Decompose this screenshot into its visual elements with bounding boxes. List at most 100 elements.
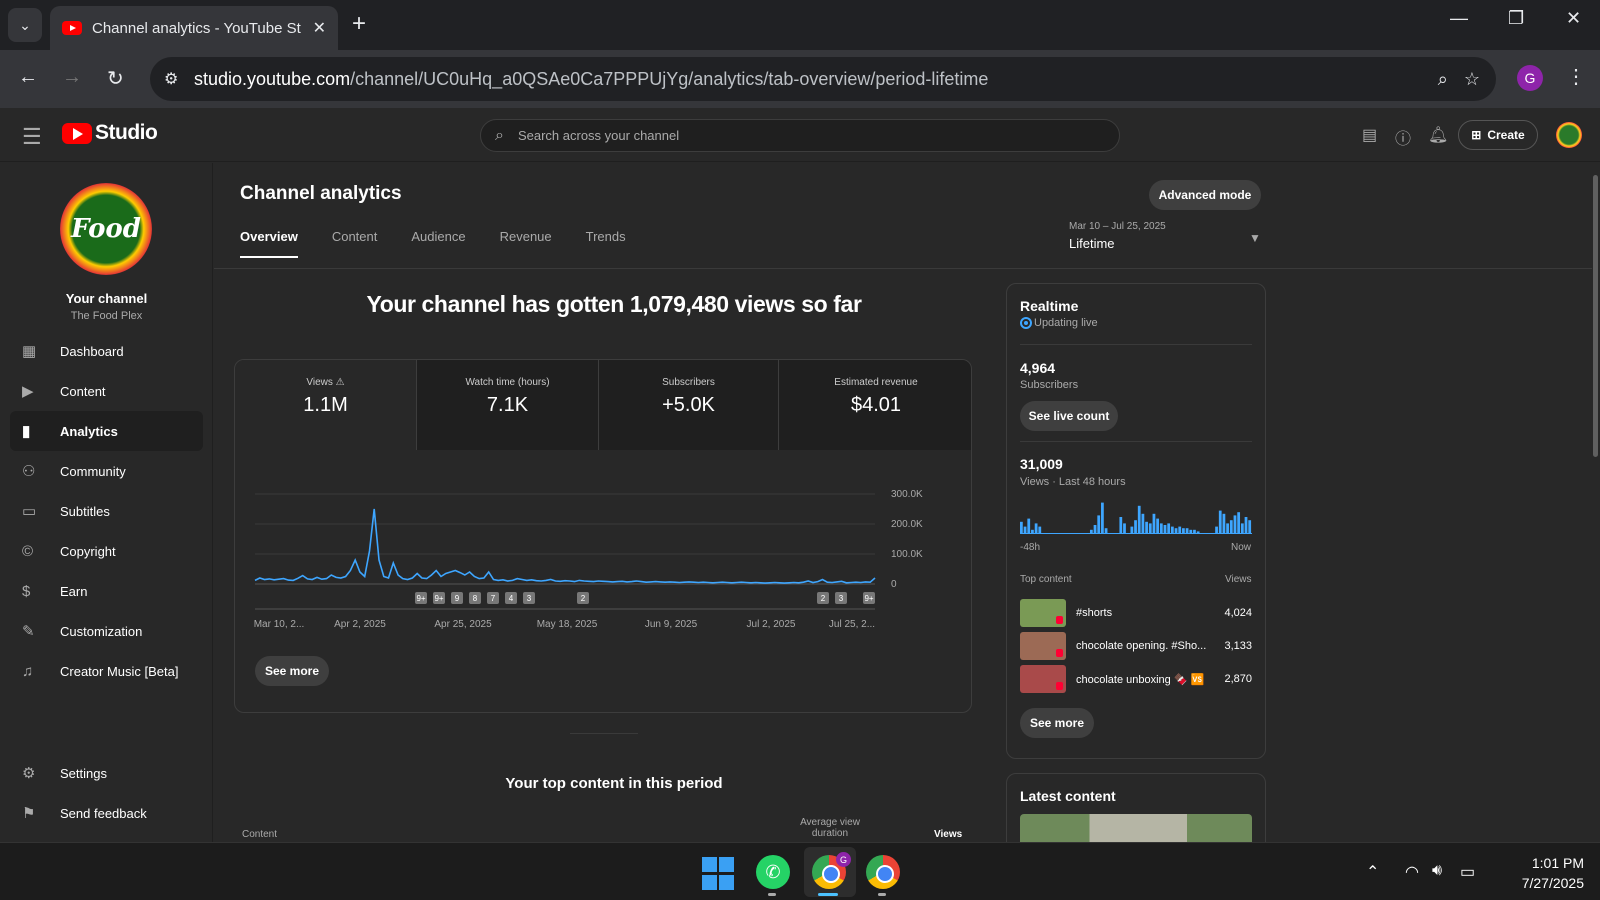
realtime-bar[interactable] (1031, 529, 1034, 533)
see-live-count-button[interactable]: See live count (1020, 401, 1118, 431)
realtime-bar[interactable] (1152, 513, 1156, 533)
sidebar-item-settings[interactable]: ⚙ Settings (10, 753, 203, 793)
sidebar-item-creator-music[interactable]: ♫ Creator Music [Beta] (10, 651, 203, 691)
realtime-bar[interactable] (1159, 523, 1163, 533)
realtime-bar[interactable] (1130, 526, 1134, 533)
tab-revenue[interactable]: Revenue (500, 229, 552, 258)
sidebar-item-analytics[interactable]: ▮ Analytics (10, 411, 203, 451)
realtime-bar[interactable] (1145, 521, 1148, 533)
list-item[interactable]: chocolate opening. #Sho... 3,133 (1020, 632, 1252, 660)
site-info-icon[interactable]: ⚙ (164, 69, 194, 89)
realtime-bar[interactable] (1093, 525, 1097, 533)
profile-avatar[interactable]: G (1517, 65, 1543, 91)
date-range-selector[interactable]: Mar 10 – Jul 25, 2025 Lifetime ▼ (1069, 221, 1269, 251)
sidebar-item-earn[interactable]: $ Earn (10, 571, 203, 611)
account-avatar[interactable] (1556, 122, 1582, 148)
realtime-bar[interactable] (1141, 513, 1145, 533)
sidebar-item-community[interactable]: ⚇ Community (10, 451, 203, 491)
list-item[interactable]: #shorts 4,024 (1020, 599, 1252, 627)
realtime-bar[interactable] (1182, 528, 1185, 533)
sidebar-item-subtitles[interactable]: ▭ Subtitles (10, 491, 203, 531)
realtime-bar[interactable] (1163, 525, 1167, 533)
address-bar[interactable]: ⚙ studio.youtube.com/channel/UC0uHq_a0QS… (150, 57, 1496, 101)
realtime-bar[interactable] (1170, 526, 1174, 533)
sidebar-item-dashboard[interactable]: ▦ Dashboard (10, 331, 203, 371)
wifi-icon[interactable]: ◠ (1405, 862, 1419, 882)
new-tab-icon[interactable]: + (352, 10, 366, 38)
realtime-bar[interactable] (1134, 520, 1137, 533)
realtime-bar[interactable] (1237, 512, 1241, 533)
chevron-up-icon[interactable]: ⌃ (1366, 862, 1379, 882)
realtime-bar-chart[interactable] (1020, 494, 1252, 534)
tab-audience[interactable]: Audience (411, 229, 465, 258)
restore-icon[interactable]: ❐ (1508, 8, 1524, 29)
browser-tab-active[interactable]: Channel analytics - YouTube St ✕ (50, 6, 338, 50)
realtime-bar[interactable] (1167, 523, 1171, 533)
scrollbar-thumb[interactable] (1593, 175, 1598, 457)
minimize-icon[interactable]: — (1450, 8, 1468, 29)
latest-video-thumbnail[interactable] (1020, 814, 1252, 842)
messages-icon[interactable]: ▤ (1362, 125, 1377, 145)
back-icon[interactable]: ← (18, 66, 38, 89)
metric-views[interactable]: Views ⚠ 1.1M (235, 360, 416, 450)
reload-icon[interactable]: ↻ (107, 66, 124, 91)
search-bar[interactable]: ⌕ (480, 119, 1120, 152)
realtime-bar[interactable] (1137, 505, 1141, 533)
realtime-bar[interactable] (1097, 515, 1101, 533)
realtime-bar[interactable] (1104, 528, 1108, 533)
realtime-bar[interactable] (1248, 520, 1252, 533)
url-text[interactable]: studio.youtube.com/channel/UC0uHq_a0QSAe… (194, 69, 1438, 90)
realtime-bar[interactable] (1023, 526, 1027, 533)
realtime-bar[interactable] (1196, 531, 1200, 533)
metric-subscribers[interactable]: Subscribers +5.0K (598, 360, 778, 450)
realtime-bar[interactable] (1226, 523, 1229, 533)
realtime-bar[interactable] (1148, 523, 1152, 533)
system-clock[interactable]: 1:01 PM 7/27/2025 (1500, 853, 1584, 893)
realtime-bar[interactable] (1218, 510, 1222, 533)
views-line-chart[interactable]: 300.0K 200.0K 100.0K 0 9+ 9+ 9 8 7 4 3 2 2 3 9+ Mar 10,… (235, 450, 972, 713)
realtime-bar[interactable] (1185, 528, 1189, 533)
sidebar-item-copyright[interactable]: © Copyright (10, 531, 203, 571)
close-tab-icon[interactable]: ✕ (313, 18, 326, 38)
realtime-bar[interactable] (1119, 517, 1123, 533)
window-close-icon[interactable]: ✕ (1566, 8, 1581, 29)
sidebar-item-customization[interactable]: ✎ Customization (10, 611, 203, 651)
realtime-bar[interactable] (1240, 523, 1244, 533)
realtime-bar[interactable] (1193, 529, 1196, 533)
realtime-bar[interactable] (1027, 518, 1031, 533)
chrome-menu-icon[interactable]: ⋮ (1566, 64, 1586, 89)
forward-icon[interactable]: → (62, 66, 82, 89)
tab-overview[interactable]: Overview (240, 229, 298, 258)
menu-icon[interactable]: ☰ (22, 124, 42, 150)
studio-logo[interactable]: Studio (62, 121, 158, 145)
bookmark-star-icon[interactable]: ☆ (1464, 69, 1480, 90)
tab-search-icon[interactable]: ⌄ (8, 8, 42, 42)
realtime-bar[interactable] (1034, 523, 1038, 533)
realtime-bar[interactable] (1244, 517, 1248, 533)
chrome-icon[interactable] (866, 855, 900, 889)
realtime-bar[interactable] (1189, 529, 1193, 533)
realtime-bar[interactable] (1101, 502, 1104, 533)
list-item[interactable]: chocolate unboxing 🍫 🆚 2,870 (1020, 665, 1252, 693)
realtime-bar[interactable] (1178, 526, 1182, 533)
realtime-bar[interactable] (1174, 528, 1178, 533)
realtime-bar[interactable] (1222, 513, 1226, 533)
metric-watch-time[interactable]: Watch time (hours) 7.1K (416, 360, 598, 450)
tab-trends[interactable]: Trends (586, 229, 626, 258)
volume-icon[interactable]: 🔊︎ (1432, 862, 1442, 880)
realtime-bar[interactable] (1229, 520, 1233, 533)
battery-icon[interactable]: ▭ (1460, 862, 1475, 882)
metric-revenue[interactable]: Estimated revenue $4.01 (778, 360, 971, 450)
channel-avatar[interactable]: Food (60, 183, 152, 275)
realtime-bar[interactable] (1038, 526, 1042, 533)
col-avg-view-duration[interactable]: Average view duration (800, 817, 860, 839)
views-series-line[interactable] (254, 508, 876, 584)
tab-content[interactable]: Content (332, 229, 378, 258)
advanced-mode-button[interactable]: Advanced mode (1149, 180, 1261, 210)
realtime-bar[interactable] (1020, 521, 1023, 533)
create-button[interactable]: ⊞ Create (1458, 120, 1538, 150)
sidebar-item-content[interactable]: ▶ Content (10, 371, 203, 411)
col-views[interactable]: Views (934, 829, 962, 840)
whatsapp-icon[interactable]: ✆ (756, 855, 790, 889)
windows-start-icon[interactable] (702, 857, 736, 891)
